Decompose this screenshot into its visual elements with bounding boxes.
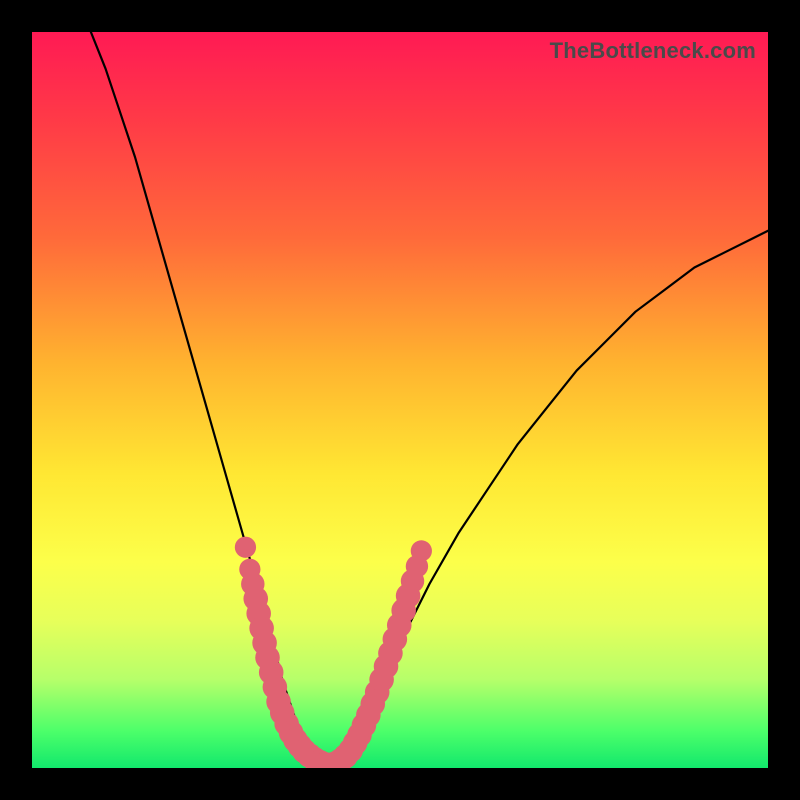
highlight-dot <box>411 540 432 561</box>
highlight-dots-group <box>235 537 432 768</box>
chart-frame: TheBottleneck.com <box>0 0 800 800</box>
highlight-dot <box>235 537 256 558</box>
bottleneck-curve <box>91 32 768 768</box>
chart-svg <box>32 32 768 768</box>
plot-area: TheBottleneck.com <box>32 32 768 768</box>
